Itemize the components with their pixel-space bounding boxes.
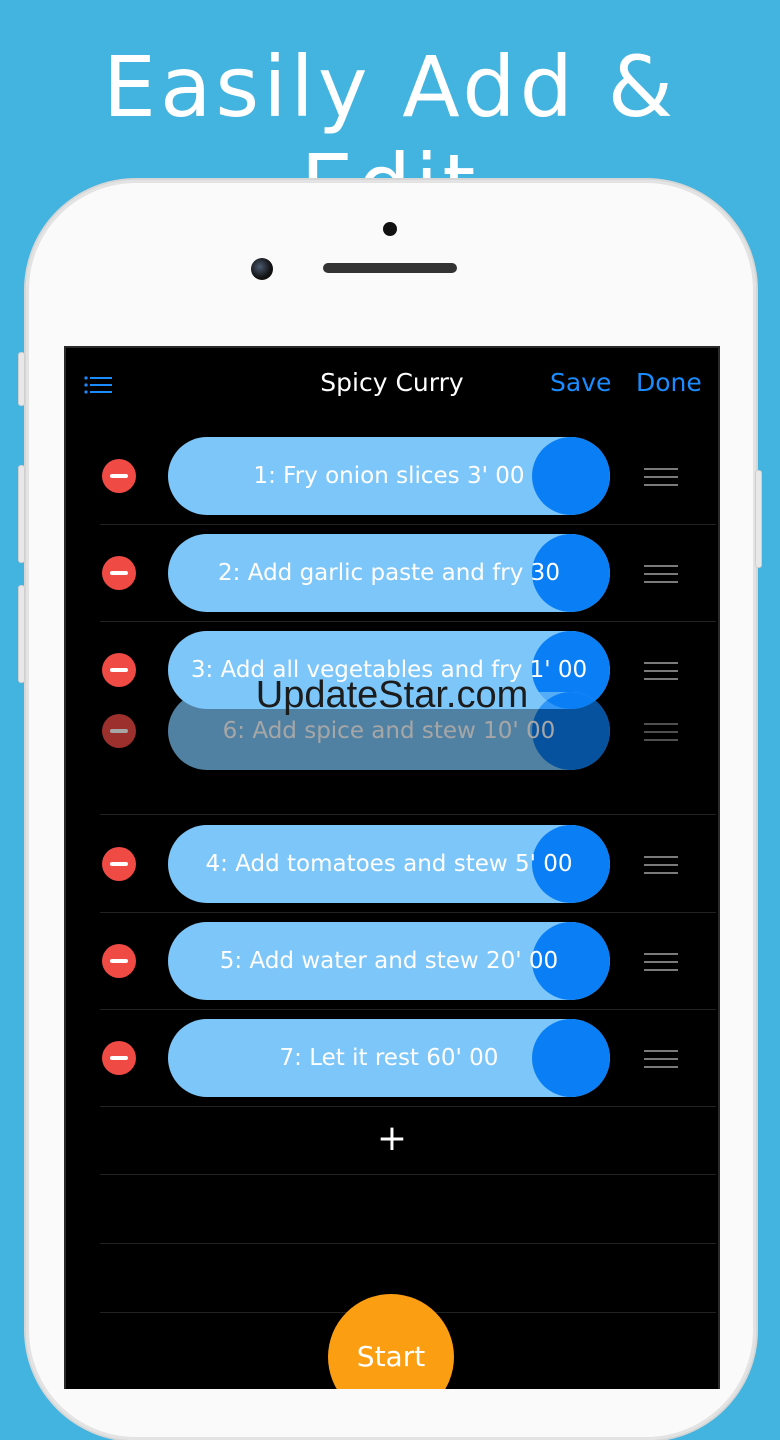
row-divider (100, 1243, 716, 1244)
row-divider (100, 1174, 716, 1175)
page-title: Spicy Curry (320, 368, 464, 397)
delete-step-button[interactable] (102, 459, 136, 493)
delete-step-button[interactable] (102, 556, 136, 590)
delete-step-button[interactable] (102, 944, 136, 978)
step-row: 7: Let it rest 60' 00 (100, 1010, 716, 1107)
side-button-volume-down (18, 585, 25, 683)
drag-handle-icon[interactable] (644, 1050, 678, 1068)
step-pill[interactable]: 4: Add tomatoes and stew 5' 00 (168, 825, 610, 903)
step-pill[interactable]: 2: Add garlic paste and fry 30 (168, 534, 610, 612)
side-button-mute (18, 352, 25, 406)
done-button[interactable]: Done (636, 368, 702, 397)
delete-step-button[interactable] (102, 1041, 136, 1075)
side-button-power (755, 470, 762, 568)
step-row: 4: Add tomatoes and stew 5' 00 (100, 816, 716, 913)
step-label: 4: Add tomatoes and stew 5' 00 (205, 851, 573, 877)
step-row: 5: Add water and stew 20' 00 (100, 913, 716, 1010)
row-divider (100, 814, 716, 815)
delete-step-button[interactable] (102, 847, 136, 881)
navigation-bar: Spicy Curry Save Done (66, 348, 718, 420)
step-label: 7: Let it rest 60' 00 (279, 1045, 499, 1071)
drag-handle-icon[interactable] (644, 953, 678, 971)
step-pill[interactable]: 7: Let it rest 60' 00 (168, 1019, 610, 1097)
side-button-volume-up (18, 465, 25, 563)
step-row: 2: Add garlic paste and fry 30 (100, 525, 716, 622)
app-screen: Spicy Curry Save Done 1: Fry onion slice… (64, 346, 720, 1389)
step-pill[interactable]: 1: Fry onion slices 3' 00 (168, 437, 610, 515)
front-sensor (383, 222, 397, 236)
step-label: 2: Add garlic paste and fry 30 (218, 560, 560, 586)
earpiece-speaker (323, 263, 457, 273)
step-label: 5: Add water and stew 20' 00 (219, 948, 559, 974)
drag-handle-icon[interactable] (644, 565, 678, 583)
save-button[interactable]: Save (550, 368, 611, 397)
watermark: UpdateStar.com (255, 674, 529, 716)
start-button[interactable]: Start (328, 1294, 454, 1389)
drag-handle-icon[interactable] (644, 856, 678, 874)
front-camera (251, 258, 273, 280)
delete-step-button[interactable] (102, 714, 136, 748)
drag-handle-icon[interactable] (644, 468, 678, 486)
step-row: 1: Fry onion slices 3' 00 (100, 428, 716, 525)
step-pill[interactable]: 5: Add water and stew 20' 00 (168, 922, 610, 1000)
drag-handle-icon[interactable] (644, 723, 678, 741)
add-step-button[interactable]: + (66, 1118, 718, 1159)
step-label: 1: Fry onion slices 3' 00 (253, 463, 525, 489)
